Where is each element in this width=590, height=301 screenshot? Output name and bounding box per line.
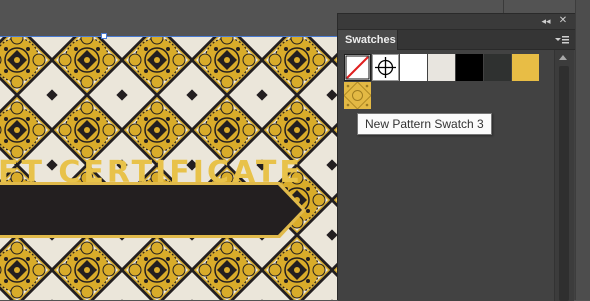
swatch-paper[interactable]	[428, 54, 455, 81]
selection-bounding-line	[0, 36, 345, 37]
swatch-white[interactable]	[400, 54, 427, 81]
swatches-panel: ◂◂ ✕ Swatches	[337, 13, 575, 301]
swatch-pattern[interactable]	[344, 82, 371, 109]
swatch-dark-gray[interactable]	[484, 54, 511, 81]
none-slash-icon	[345, 55, 370, 80]
panel-tab-row: Swatches	[338, 30, 575, 50]
double-chevron-left-icon[interactable]: ◂◂	[539, 15, 553, 27]
dock-edge	[575, 0, 590, 300]
panel-menu-icon[interactable]	[554, 33, 570, 47]
panel-title-bar[interactable]: ◂◂ ✕	[338, 14, 575, 30]
swatch-grid	[338, 50, 554, 301]
swatch-none[interactable]	[344, 54, 371, 81]
separator	[503, 0, 504, 13]
swatch-registration[interactable]	[372, 54, 399, 81]
scroll-up-arrow-icon[interactable]	[559, 55, 567, 60]
close-icon[interactable]: ✕	[556, 15, 570, 27]
swatch-gold[interactable]	[512, 54, 539, 81]
scroll-track[interactable]	[559, 66, 569, 301]
swatch-black[interactable]	[456, 54, 483, 81]
pattern-thumbnail-icon	[344, 82, 371, 109]
swatch-scrollbar[interactable]	[554, 50, 574, 301]
banner-title: FT CERTIFICATE	[0, 155, 303, 190]
tab-swatches[interactable]: Swatches	[338, 30, 398, 50]
registration-target-icon	[375, 57, 396, 78]
swatch-tooltip: New Pattern Swatch 3	[357, 113, 492, 135]
selection-handle[interactable]	[101, 33, 107, 39]
